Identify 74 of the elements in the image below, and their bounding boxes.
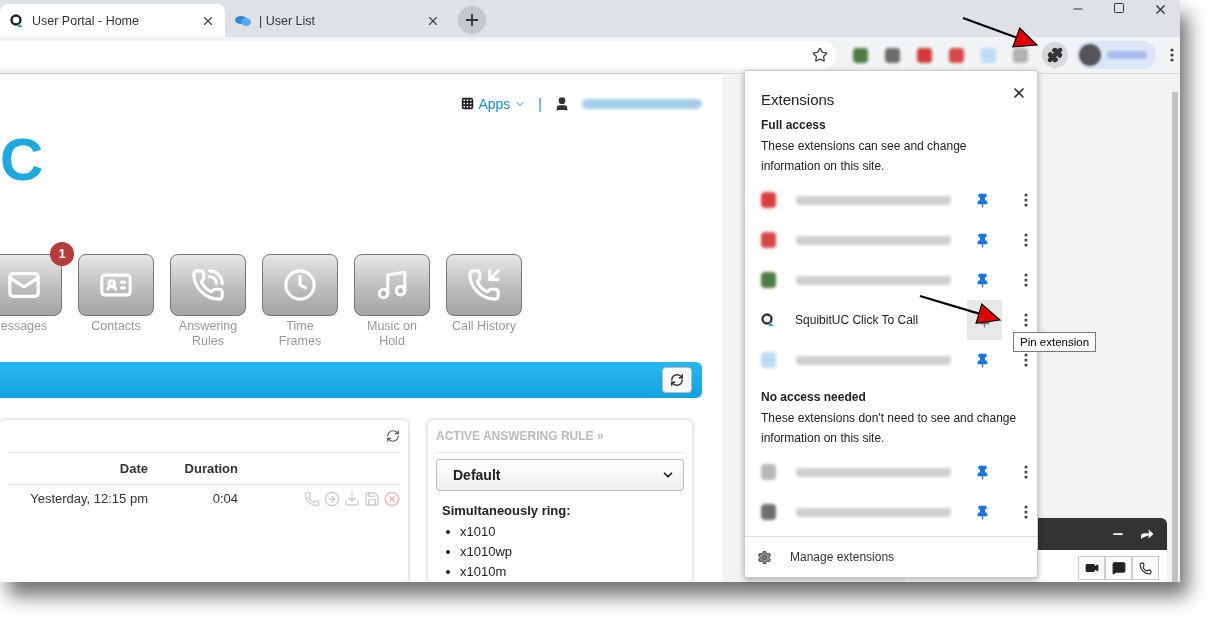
browser-tab[interactable]: | User List (225, 4, 450, 37)
bullet (446, 570, 450, 574)
section-heading: No access needed (760, 389, 867, 404)
settings-icon (757, 549, 772, 565)
column-header: Date (118, 460, 148, 478)
manage-extensions-link[interactable]: Manage extensions (745, 536, 1037, 577)
kebab-icon (1024, 273, 1029, 287)
close-icon[interactable] (1011, 85, 1027, 101)
refresh-icon[interactable] (386, 429, 400, 443)
user-icon (554, 95, 570, 112)
star-icon[interactable] (812, 47, 828, 63)
pin-icon (975, 192, 991, 208)
kebab-icon (1024, 465, 1029, 479)
pin-icon (975, 352, 991, 368)
grid-icon (461, 97, 475, 111)
phone-arrows-icon (467, 267, 501, 302)
section-heading: Full access (760, 117, 827, 132)
section-description: These extensions don't need to see and change information on this site. (760, 410, 1018, 447)
apps-link[interactable]: Apps (461, 95, 527, 112)
chat-button[interactable] (1105, 556, 1132, 580)
pin-icon (975, 464, 991, 480)
new-tab-button[interactable] (458, 6, 486, 34)
extension-icon[interactable] (885, 47, 900, 63)
phone-icon (1139, 561, 1152, 575)
rule-select[interactable]: Default (436, 459, 684, 491)
speech-bubble-icon (1111, 561, 1126, 575)
refresh-icon (670, 373, 684, 388)
logo-text: C (0, 126, 44, 194)
pin-icon (975, 232, 991, 248)
avatar (1079, 44, 1101, 66)
kebab-icon (1024, 193, 1029, 207)
clock-icon (283, 267, 317, 302)
plus-icon (463, 11, 481, 29)
phone-call-icon (191, 267, 225, 302)
kebab-icon (1024, 233, 1029, 247)
card-title: ACTIVE ANSWERING RULE » (436, 429, 604, 443)
ring-label: Simultaneously ring: (442, 503, 572, 518)
pin-icon (975, 272, 991, 288)
puzzle-icon (1047, 47, 1063, 63)
ring-extension: x1010wp (460, 543, 513, 561)
count-badge: 1 (50, 241, 74, 266)
ring-extension: x1010m (460, 563, 507, 581)
extension-icon[interactable] (917, 47, 932, 63)
kebab-icon (1024, 353, 1029, 367)
extension-icon[interactable] (853, 47, 868, 63)
menu-icon[interactable] (1170, 48, 1174, 62)
blurred-label (1107, 51, 1147, 59)
kebab-icon (1024, 505, 1029, 519)
section-description: These extensions can see and change information on this site. (760, 138, 968, 175)
extensions-button[interactable] (1042, 42, 1068, 68)
bullet (446, 550, 450, 554)
browser-tab[interactable]: User Portal - Home (0, 4, 225, 37)
call-button[interactable] (1132, 556, 1159, 580)
scrollbar[interactable] (1172, 92, 1178, 582)
table-cell-text: 0:04 (211, 490, 238, 508)
table-cell-text: Yesterday, 12:15 pm (29, 490, 148, 508)
pin-icon (975, 504, 991, 520)
close-icon[interactable] (1153, 2, 1168, 17)
maximize-icon[interactable] (1113, 2, 1125, 14)
column-header: Duration (183, 460, 238, 478)
extension-name: SquibitUC Click To Call (795, 313, 920, 327)
tooltip: Pin extension (1013, 332, 1097, 352)
chat-bubbles-icon (235, 14, 251, 27)
profile-button[interactable] (1076, 41, 1156, 69)
video-camera-icon (1084, 561, 1099, 575)
popup-title: Extensions (761, 91, 835, 108)
refresh-button[interactable] (662, 367, 692, 394)
q-logo-icon (10, 13, 24, 28)
bullet (446, 530, 450, 534)
extension-icon[interactable] (949, 47, 964, 63)
separator: | (538, 95, 542, 112)
kebab-icon (1024, 313, 1029, 327)
video-button[interactable] (1078, 556, 1105, 580)
ring-extension: x1010 (460, 523, 496, 541)
